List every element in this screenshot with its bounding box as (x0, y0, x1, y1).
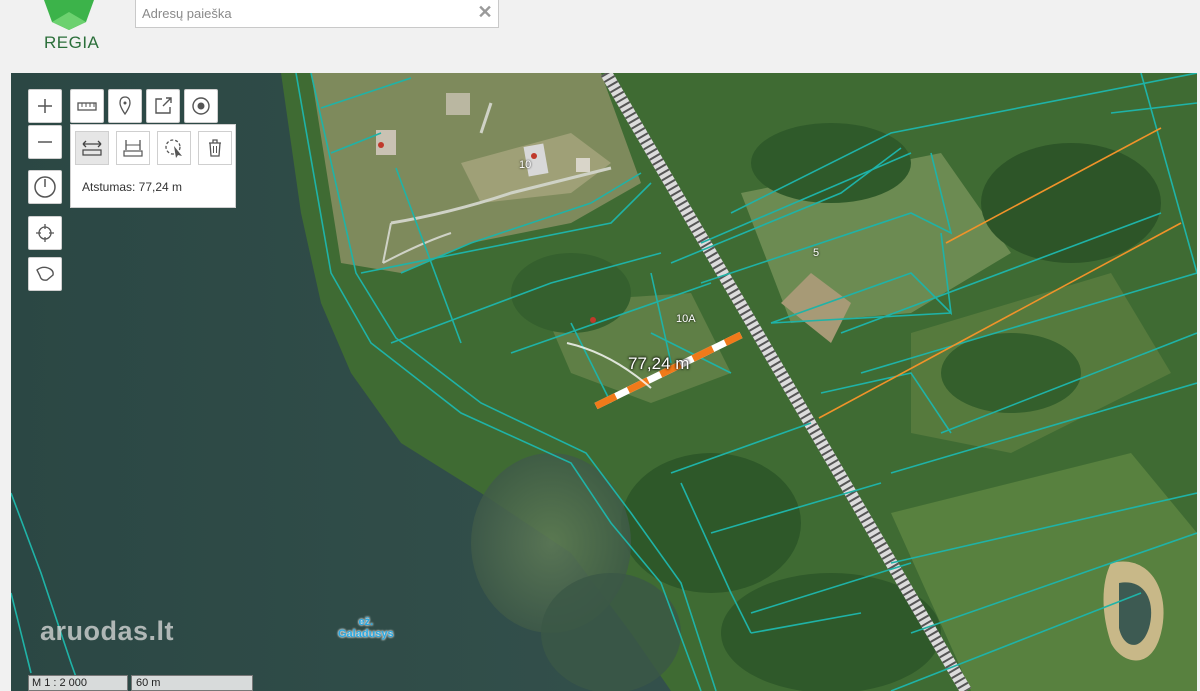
ruler-icon (77, 102, 97, 111)
area-icon (123, 140, 143, 157)
scale-bar: 60 m (131, 675, 253, 691)
target-button[interactable] (184, 89, 218, 123)
polygon-select-button[interactable] (28, 257, 62, 291)
scale-ratio: M 1 : 2 000 (28, 675, 128, 691)
delete-measure-button[interactable] (198, 131, 232, 165)
lake-label-prefix: ež. (358, 616, 374, 628)
measure-tool-button[interactable] (70, 89, 104, 123)
distance-measure-button[interactable] (75, 131, 109, 165)
parcel-label-10: 10 (519, 159, 532, 171)
target-icon (192, 97, 210, 115)
zoom-in-button[interactable] (28, 89, 62, 123)
marker-tool-button[interactable] (108, 89, 142, 123)
parcel-label-5: 5 (813, 247, 820, 259)
polygon-icon (36, 266, 54, 281)
header-bar: REGIA ✕ (0, 0, 1200, 74)
distance-icon (82, 140, 102, 156)
logo-text: REGIA (44, 33, 100, 52)
lake-label-name: Galadusys (338, 628, 394, 640)
lake-label: ež. Galadusys (338, 616, 394, 640)
search-input[interactable] (142, 3, 462, 23)
plus-icon (38, 99, 52, 113)
aruodas-watermark: aruodas.lt (40, 616, 175, 646)
locate-button[interactable] (28, 216, 62, 250)
compass-icon (34, 176, 56, 198)
measure-distance-label: 77,24 m (628, 354, 690, 373)
close-icon[interactable]: ✕ (476, 2, 494, 22)
marker-icon (119, 96, 131, 116)
area-measure-button[interactable] (116, 131, 150, 165)
crosshair-icon (36, 224, 54, 242)
compass-button[interactable] (28, 170, 62, 204)
measure-panel: Atstumas: 77,24 m (70, 124, 236, 208)
export-icon (155, 97, 172, 114)
zoom-out-button[interactable] (28, 125, 62, 159)
cursor-measure-icon (165, 139, 182, 158)
parcel-label-10a: 10A (676, 313, 696, 325)
trash-icon (209, 139, 221, 157)
cursor-measure-button[interactable] (157, 131, 191, 165)
minus-icon (38, 141, 52, 143)
distance-readout: Atstumas: 77,24 m (82, 180, 183, 194)
address-search: ✕ (135, 0, 499, 28)
export-button[interactable] (146, 89, 180, 123)
